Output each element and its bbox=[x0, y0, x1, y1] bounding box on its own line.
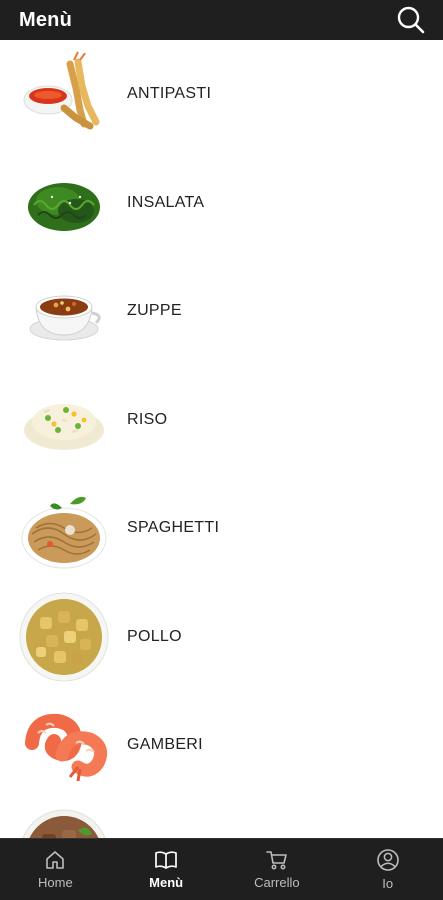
category-label: INSALATA bbox=[127, 193, 205, 211]
category-item-partial[interactable] bbox=[0, 800, 443, 838]
category-item-insalata[interactable]: INSALATA bbox=[0, 149, 443, 258]
shrimp-image bbox=[18, 699, 110, 791]
home-icon bbox=[46, 851, 65, 869]
tab-menu[interactable]: Menù bbox=[111, 839, 222, 900]
tab-cart[interactable]: Carrello bbox=[222, 839, 333, 900]
category-label: ANTIPASTI bbox=[127, 85, 212, 103]
category-item-antipasti[interactable]: ANTIPASTI bbox=[0, 40, 443, 149]
chicken-image bbox=[18, 591, 110, 683]
tab-label: Home bbox=[38, 875, 73, 890]
seaweed-salad-image bbox=[18, 157, 110, 249]
tab-label: Io bbox=[382, 876, 394, 891]
appetizer-image bbox=[18, 48, 110, 140]
book-icon bbox=[155, 851, 177, 869]
category-item-zuppe[interactable]: ZUPPE bbox=[0, 257, 443, 366]
category-label: RISO bbox=[127, 410, 168, 428]
search-icon bbox=[397, 6, 425, 34]
tab-profile[interactable]: Io bbox=[332, 839, 443, 900]
category-item-riso[interactable]: RISO bbox=[0, 366, 443, 475]
fried-rice-image bbox=[18, 374, 110, 466]
category-item-gamberi[interactable]: GAMBERI bbox=[0, 691, 443, 800]
bottom-navigation: Home Menù Carrello Io bbox=[0, 838, 443, 900]
category-label: GAMBERI bbox=[127, 736, 203, 754]
user-icon bbox=[376, 849, 399, 871]
tab-label: Carrello bbox=[254, 875, 300, 890]
soup-image bbox=[18, 265, 110, 357]
category-label: POLLO bbox=[127, 627, 182, 645]
page-title: Menù bbox=[19, 8, 73, 31]
beef-dish-image bbox=[18, 808, 110, 838]
cart-icon bbox=[266, 851, 287, 870]
noodles-image bbox=[18, 482, 110, 574]
category-item-pollo[interactable]: POLLO bbox=[0, 583, 443, 692]
tab-label: Menù bbox=[149, 875, 184, 890]
tab-home[interactable]: Home bbox=[0, 839, 111, 900]
category-label: SPAGHETTI bbox=[127, 519, 220, 537]
search-button[interactable] bbox=[393, 2, 429, 38]
top-app-bar: Menù bbox=[0, 0, 443, 40]
category-list: ANTIPASTI INSALATA ZUPPE RISO SPAGHETTI … bbox=[0, 40, 443, 838]
category-label: ZUPPE bbox=[127, 302, 182, 320]
category-item-spaghetti[interactable]: SPAGHETTI bbox=[0, 474, 443, 583]
